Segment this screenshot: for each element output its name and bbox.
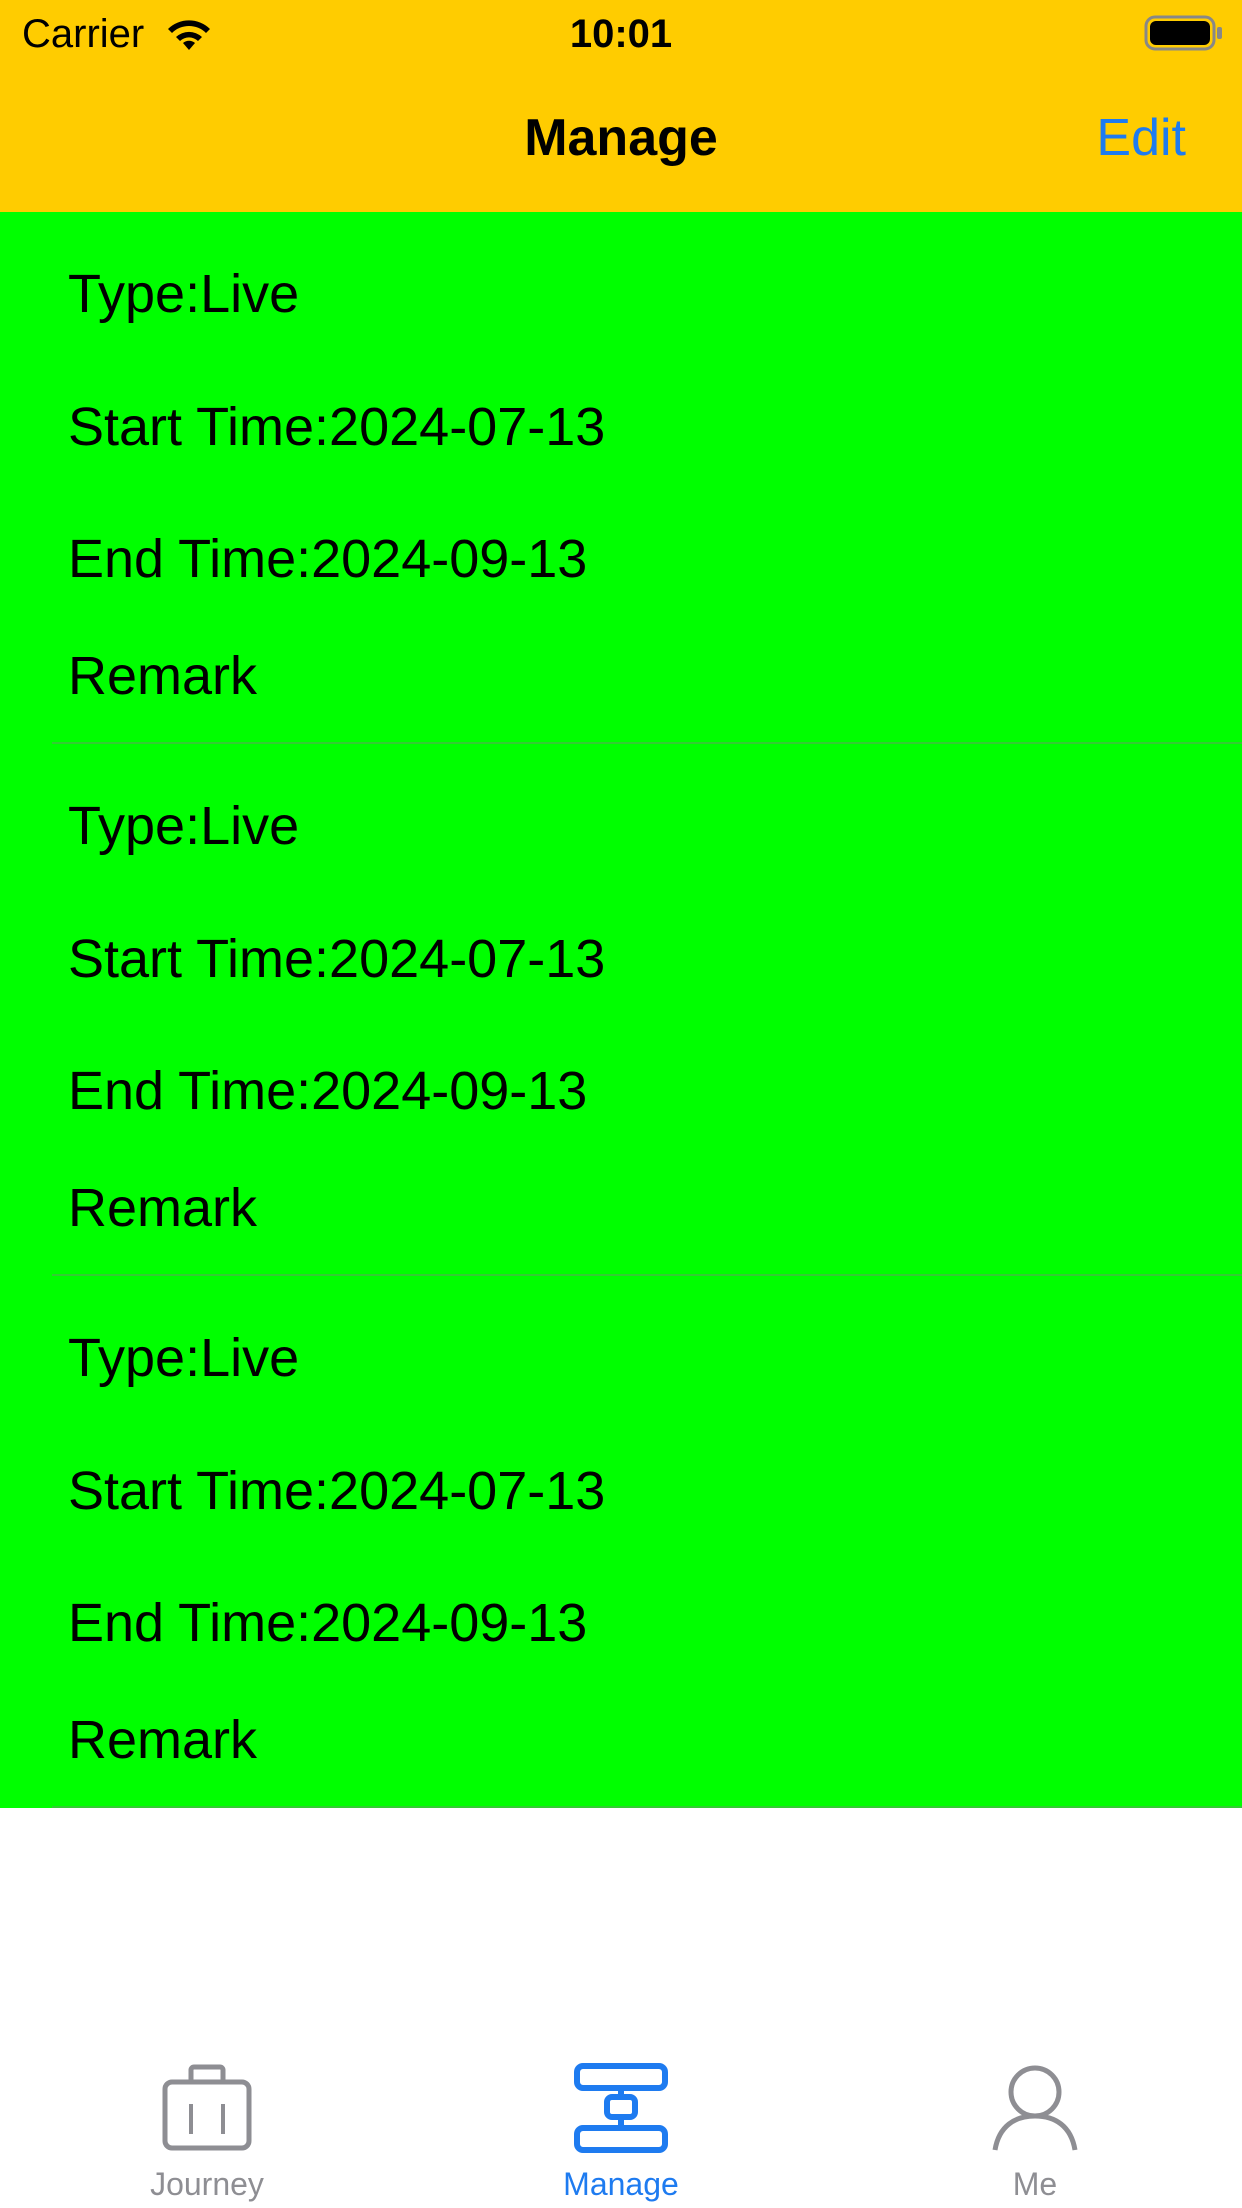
record-end-time: End Time:2024-09-13 <box>68 529 588 589</box>
page-title: Manage <box>524 109 718 167</box>
tab-label: Journey <box>150 2166 264 2202</box>
list-item[interactable]: Type:Live Start Time:2024-07-13 End Time… <box>0 1276 1242 1808</box>
suitcase-icon <box>162 2064 252 2151</box>
record-start-time: Start Time:2024-07-13 <box>68 929 606 989</box>
record-end-time: End Time:2024-09-13 <box>68 1593 588 1653</box>
record-type: Type:Live <box>68 1328 300 1388</box>
record-start-time: Start Time:2024-07-13 <box>68 397 606 457</box>
tab-bar: Journey Manage Me <box>0 2030 1242 2208</box>
record-start-time: Start Time:2024-07-13 <box>68 1461 606 1521</box>
tab-label: Me <box>1012 2166 1058 2202</box>
record-remark: Remark <box>68 1178 258 1238</box>
row-divider <box>52 1806 1242 1808</box>
record-remark: Remark <box>68 1710 258 1770</box>
tab-me[interactable]: Me <box>828 2030 1242 2208</box>
record-end-time: End Time:2024-09-13 <box>68 1061 588 1121</box>
list-item[interactable]: Type:Live Start Time:2024-07-13 End Time… <box>0 212 1242 744</box>
person-icon <box>992 2065 1078 2151</box>
tab-manage[interactable]: Manage <box>414 2030 828 2208</box>
list-item[interactable]: Type:Live Start Time:2024-07-13 End Time… <box>0 744 1242 1276</box>
battery-icon <box>1144 15 1222 51</box>
navigation-header: Carrier 10:01 Manage Edit <box>0 0 1242 212</box>
tab-journey[interactable]: Journey <box>0 2030 414 2208</box>
records-list: Type:Live Start Time:2024-07-13 End Time… <box>0 212 1242 1808</box>
screen: Carrier 10:01 Manage Edit Type:Live Star… <box>0 0 1242 2208</box>
tab-label: Manage <box>563 2166 679 2202</box>
clock: 10:01 <box>569 12 673 56</box>
flowchart-icon <box>574 2063 668 2153</box>
edit-button[interactable]: Edit <box>1096 106 1186 170</box>
record-type: Type:Live <box>68 796 300 856</box>
record-type: Type:Live <box>68 264 300 324</box>
record-remark: Remark <box>68 646 258 706</box>
